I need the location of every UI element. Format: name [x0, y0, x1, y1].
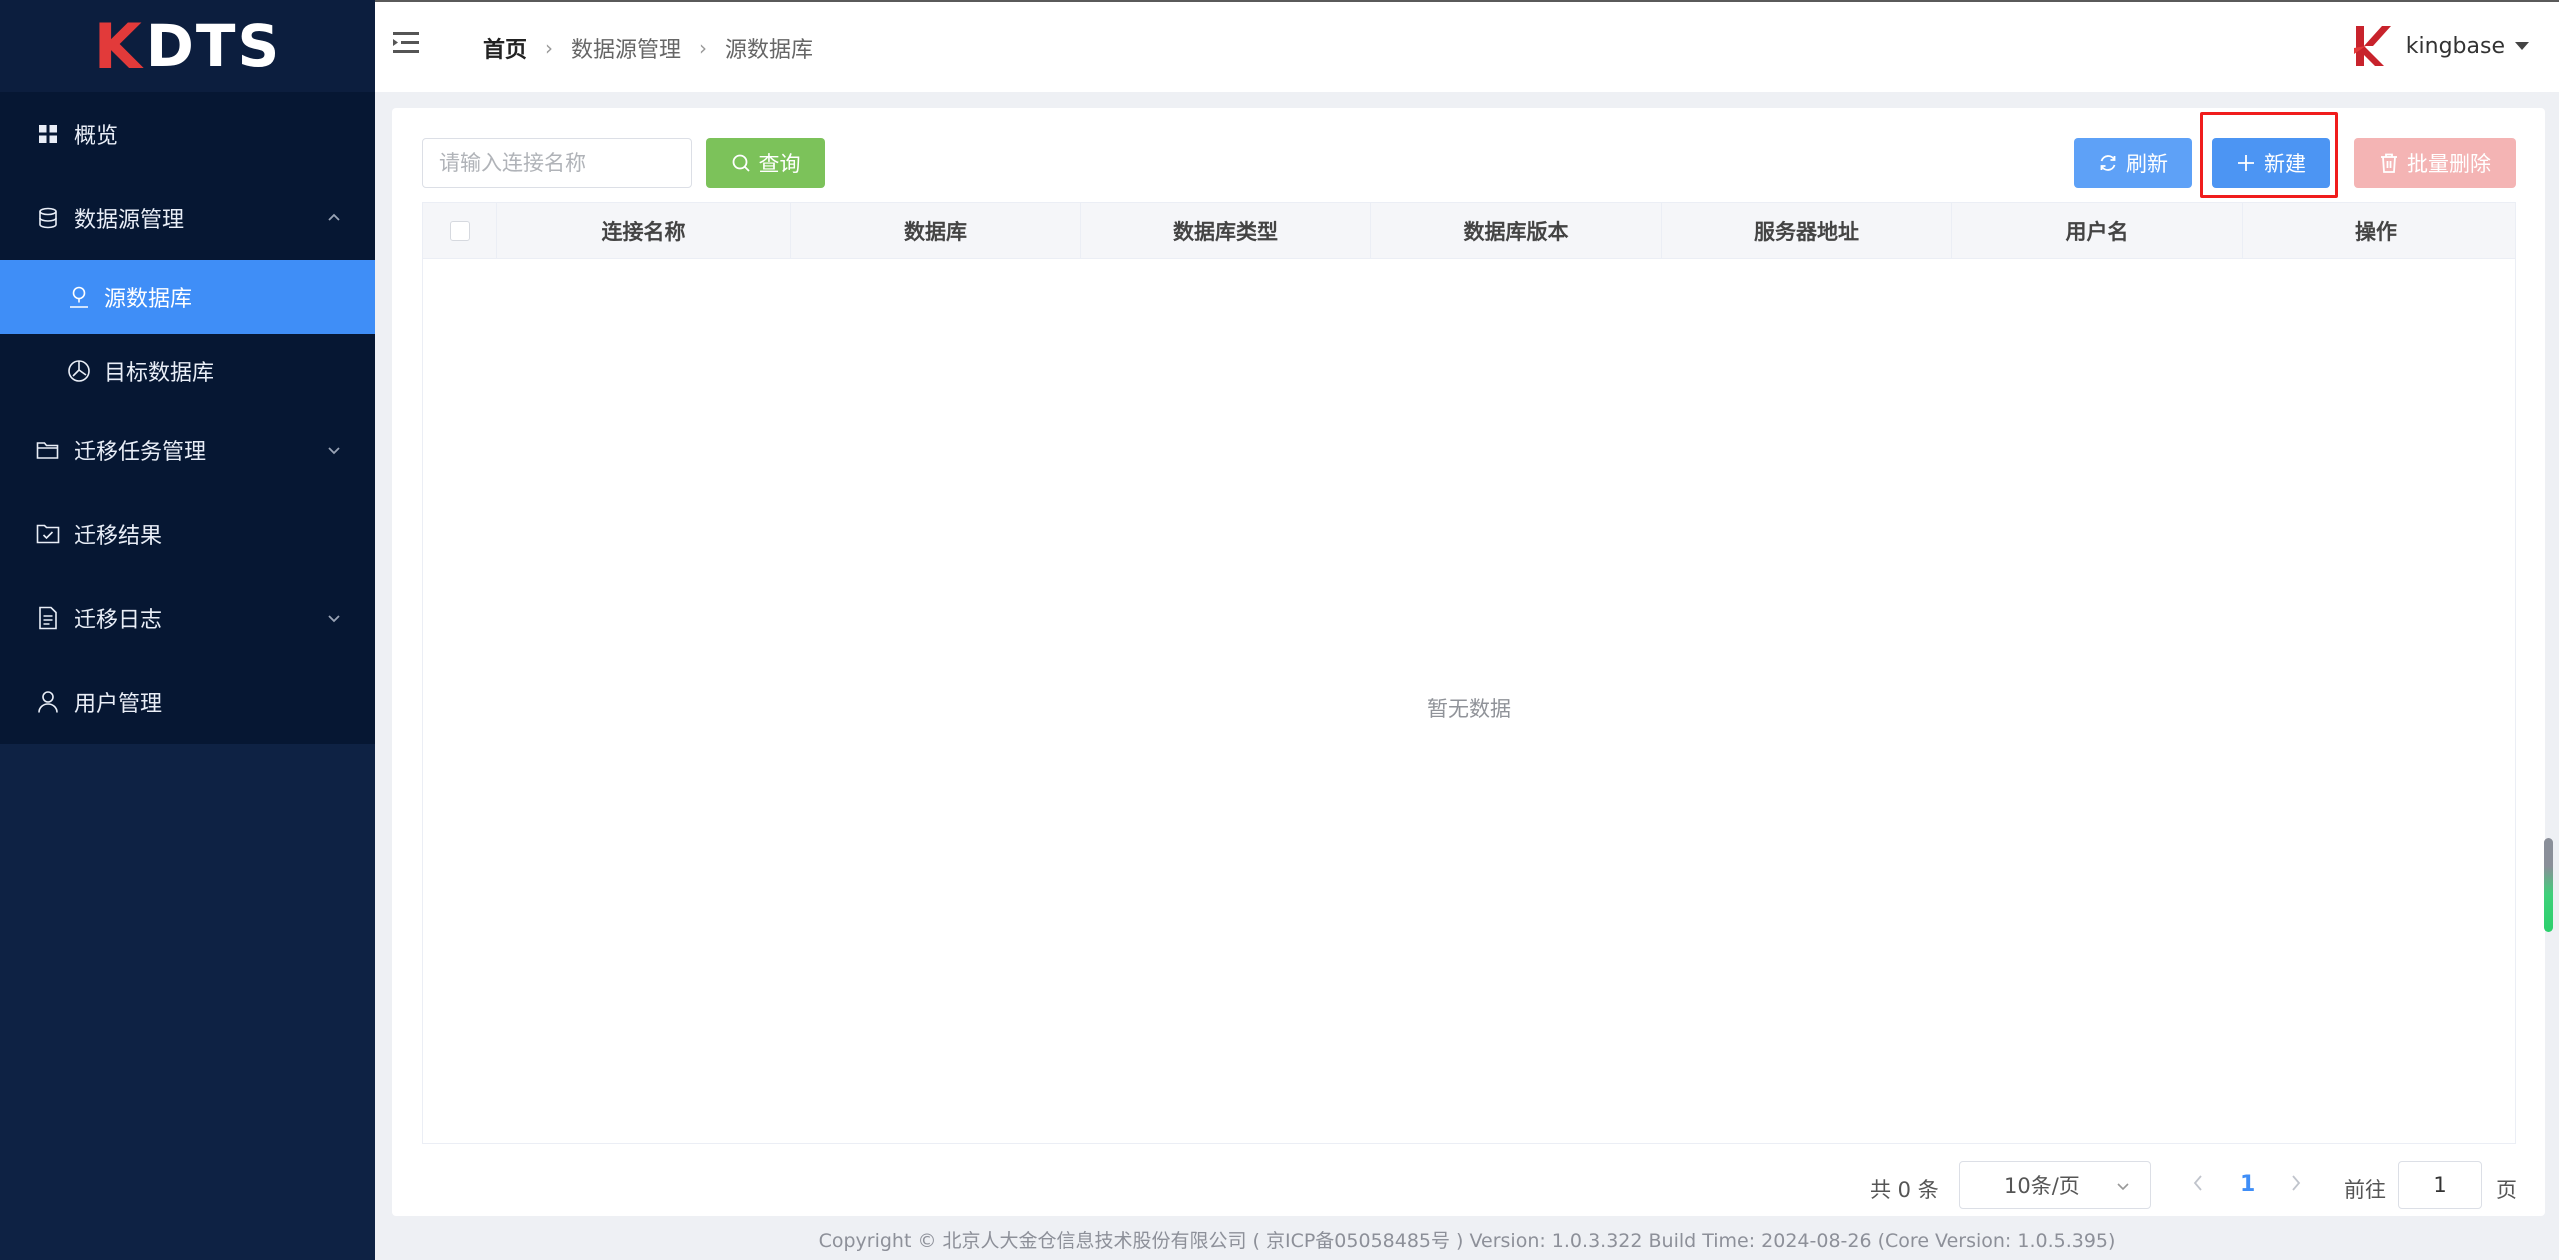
- search-icon: [732, 154, 750, 172]
- sidebar-item-source-db[interactable]: 源数据库: [0, 260, 375, 334]
- target-db-icon: [66, 358, 92, 384]
- sidebar-item-users[interactable]: 用户管理: [0, 660, 375, 744]
- column-header[interactable]: 数据库: [791, 203, 1081, 258]
- footer-copyright: Copyright © 北京人大金仓信息技术股份有限公司 ( 京ICP备0505…: [818, 1229, 2116, 1252]
- database-icon: [36, 206, 60, 230]
- search-input[interactable]: [422, 138, 692, 188]
- user-menu[interactable]: kingbase: [2352, 24, 2529, 68]
- page-size-value: 10条/页: [2004, 1174, 2080, 1198]
- refresh-button[interactable]: 刷新: [2074, 138, 2192, 188]
- prev-page-icon[interactable]: [2189, 1172, 2207, 1194]
- goto-page-input[interactable]: [2398, 1161, 2482, 1209]
- caret-down-icon: [2515, 42, 2529, 50]
- chevron-up-icon: [328, 213, 340, 221]
- sidebar-menu: 概览 数据源管理 源数据库 目标数据库 迁移任务管理 迁移结果 迁移日志 用户管…: [0, 92, 375, 744]
- sidebar-item-label: 目标数据库: [104, 361, 215, 386]
- empty-state-text: 暂无数据: [1427, 697, 1511, 721]
- breadcrumb-datasource: 数据源管理: [571, 38, 682, 63]
- sidebar-item-migration-results[interactable]: 迁移结果: [0, 492, 375, 576]
- select-all-cell: [423, 203, 497, 258]
- grid-icon: [36, 122, 60, 146]
- column-header[interactable]: 用户名: [1952, 203, 2243, 258]
- page-size-select[interactable]: 10条/页: [1959, 1161, 2151, 1209]
- new-button-label: 新建: [2264, 152, 2306, 176]
- query-button-label: 查询: [758, 152, 801, 176]
- sidebar-item-label: 概览: [74, 124, 119, 149]
- plus-icon: [2238, 155, 2254, 171]
- sidebar: K DTS 概览 数据源管理 源数据库 目标数据库 迁移任务管理 迁移结果 迁移…: [0, 0, 375, 1260]
- app-logo[interactable]: K DTS: [0, 0, 375, 92]
- username: kingbase: [2405, 33, 2505, 59]
- sidebar-item-label: 数据源管理: [74, 208, 185, 233]
- chevron-right-icon: ›: [545, 36, 554, 60]
- column-header[interactable]: 连接名称: [497, 203, 791, 258]
- logo-k: K: [93, 9, 144, 83]
- query-button[interactable]: 查询: [706, 138, 825, 188]
- chevron-down-icon: [328, 615, 340, 623]
- collapse-menu-icon[interactable]: [393, 30, 423, 56]
- page-suffix: 页: [2496, 1178, 2517, 1202]
- page-number[interactable]: 1: [2240, 1172, 2255, 1197]
- goto-label: 前往: [2344, 1178, 2386, 1202]
- checklist-icon: [36, 522, 60, 546]
- sidebar-item-overview[interactable]: 概览: [0, 92, 375, 176]
- column-header[interactable]: 数据库类型: [1081, 203, 1371, 258]
- breadcrumb: 首页 › 数据源管理 › 源数据库: [483, 32, 813, 64]
- sidebar-item-migration-tasks[interactable]: 迁移任务管理: [0, 408, 375, 492]
- sidebar-item-label: 迁移结果: [74, 524, 163, 549]
- breadcrumb-source-db: 源数据库: [725, 38, 814, 63]
- refresh-button-label: 刷新: [2126, 152, 2168, 176]
- main-card: 查询 刷新 新建 批量删除 连接名称 数据库 数据库类型 数据库版本 服务器地址…: [392, 108, 2545, 1216]
- scrollbar-thumb[interactable]: [2544, 838, 2553, 932]
- chevron-right-icon: ›: [699, 36, 708, 60]
- chevron-down-icon: [2117, 1183, 2129, 1191]
- sidebar-item-label: 迁移任务管理: [74, 440, 207, 465]
- batch-delete-button-label: 批量删除: [2407, 152, 2491, 176]
- source-db-icon: [66, 284, 92, 310]
- data-table: 连接名称 数据库 数据库类型 数据库版本 服务器地址 用户名 操作 暂无数据: [422, 202, 2516, 1144]
- batch-delete-button[interactable]: 批量删除: [2354, 138, 2516, 188]
- new-button[interactable]: 新建: [2212, 138, 2330, 188]
- top-header: 首页 › 数据源管理 › 源数据库 kingbase: [375, 0, 2559, 92]
- sidebar-item-target-db[interactable]: 目标数据库: [0, 334, 375, 408]
- next-page-icon[interactable]: [2287, 1172, 2305, 1194]
- folder-icon: [36, 438, 60, 462]
- table-header: 连接名称 数据库 数据库类型 数据库版本 服务器地址 用户名 操作: [423, 203, 2515, 259]
- refresh-icon: [2100, 155, 2116, 171]
- sidebar-item-datasource[interactable]: 数据源管理: [0, 176, 375, 260]
- kingbase-logo-icon: [2353, 26, 2391, 66]
- select-all-checkbox[interactable]: [449, 220, 470, 241]
- column-header[interactable]: 数据库版本: [1371, 203, 1662, 258]
- user-icon: [36, 690, 60, 714]
- breadcrumb-home[interactable]: 首页: [483, 32, 527, 64]
- sidebar-item-migration-logs[interactable]: 迁移日志: [0, 576, 375, 660]
- sidebar-item-label: 迁移日志: [74, 608, 163, 633]
- pagination-total: 共 0 条: [1870, 1178, 1939, 1202]
- logo-text: DTS: [145, 12, 282, 80]
- document-icon: [36, 606, 60, 630]
- sidebar-item-label: 源数据库: [104, 287, 193, 312]
- trash-icon: [2381, 153, 2397, 173]
- sidebar-item-label: 用户管理: [74, 692, 163, 717]
- chevron-down-icon: [328, 447, 340, 455]
- column-header: 操作: [2355, 219, 2397, 244]
- column-header[interactable]: 服务器地址: [1662, 203, 1952, 258]
